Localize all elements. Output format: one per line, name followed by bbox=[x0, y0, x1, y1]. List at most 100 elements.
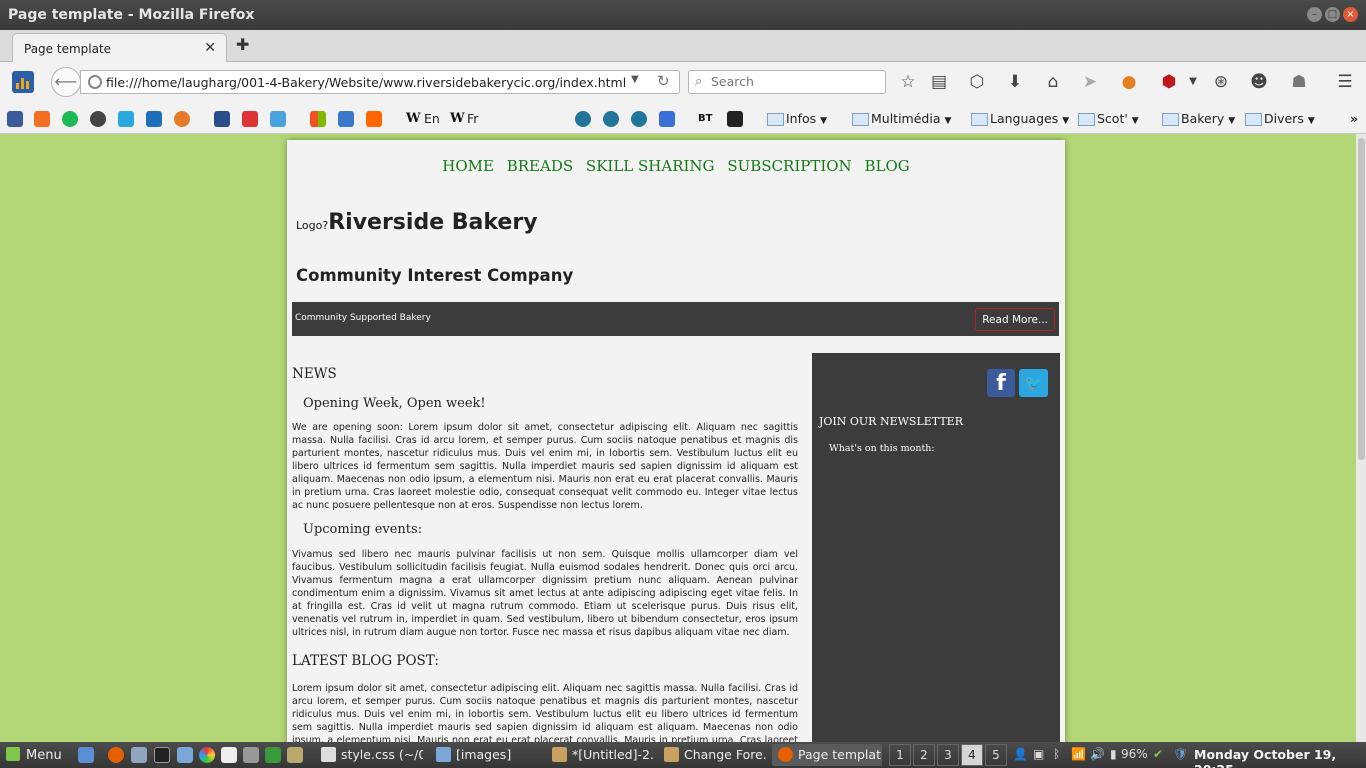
wikipedia-icon[interactable]: W bbox=[406, 111, 421, 126]
tab-page-template[interactable]: Page template ✕ bbox=[12, 33, 227, 62]
bookmark-folder-scot[interactable]: Scot' ▼ bbox=[1078, 111, 1139, 126]
twitter-bookmark-icon[interactable] bbox=[118, 111, 134, 127]
calendar-bookmark-icon[interactable] bbox=[214, 111, 230, 127]
nav-breads-link[interactable]: BREADS bbox=[507, 157, 573, 175]
bookmark-star-icon[interactable]: ☆ bbox=[897, 72, 919, 92]
taskbar-item-change-fore[interactable]: Change Fore... bbox=[658, 744, 766, 766]
nav-blog-link[interactable]: BLOG bbox=[864, 157, 909, 175]
mail-bookmark-icon[interactable] bbox=[338, 111, 354, 127]
bookmark-wiki-fr[interactable]: Fr bbox=[467, 111, 478, 126]
send-icon[interactable]: ➤ bbox=[1079, 72, 1101, 92]
vertical-scrollbar[interactable] bbox=[1356, 134, 1366, 742]
start-menu-button[interactable]: Menu bbox=[6, 747, 62, 763]
reading-list-icon[interactable]: ▤ bbox=[928, 72, 950, 92]
recycle-bookmark-icon[interactable] bbox=[242, 111, 258, 127]
workspace-1[interactable]: 1 bbox=[889, 744, 911, 766]
firefox-launcher-icon[interactable] bbox=[108, 747, 124, 763]
workspace-2[interactable]: 2 bbox=[913, 744, 935, 766]
overflow-chevron-icon[interactable]: » bbox=[1350, 111, 1358, 126]
tab-close-icon[interactable]: ✕ bbox=[204, 40, 216, 56]
bookmark-folder-divers[interactable]: Divers ▼ bbox=[1245, 111, 1315, 126]
grid-apps-bookmark-icon[interactable] bbox=[659, 111, 675, 127]
battery-icon[interactable]: ▮ bbox=[1110, 747, 1117, 761]
taskbar-item-page-template[interactable]: Page templat... bbox=[772, 744, 882, 766]
star-bookmark-icon[interactable] bbox=[90, 111, 106, 127]
nav-subscription-link[interactable]: SUBSCRIPTION bbox=[727, 157, 851, 175]
minimize-icon[interactable]: – bbox=[1307, 7, 1322, 22]
close-icon[interactable]: × bbox=[1343, 7, 1358, 22]
twitter-icon[interactable]: 🐦 bbox=[1019, 369, 1048, 397]
search-icon: ⌕ bbox=[695, 74, 703, 89]
nav-home-link[interactable]: HOME bbox=[442, 157, 494, 175]
wifi-icon[interactable]: 📶 bbox=[1071, 747, 1086, 761]
adblock-icon[interactable]: ⬢ bbox=[1158, 72, 1180, 92]
clock[interactable]: Monday October 19, 20:25 bbox=[1194, 747, 1366, 768]
network-icon[interactable]: ⊛ bbox=[1210, 72, 1232, 92]
site-header: Logo?Riverside Bakery bbox=[296, 210, 538, 235]
wikipedia-icon[interactable]: W bbox=[450, 111, 465, 126]
terminal-launcher-icon[interactable] bbox=[154, 747, 170, 763]
mailchimp-bookmark-icon[interactable] bbox=[174, 111, 190, 127]
microsoft-bookmark-icon[interactable] bbox=[310, 111, 326, 127]
reload-icon[interactable]: ↻ bbox=[657, 72, 670, 90]
bookmark-folder-multimedia[interactable]: Multimédia ▼ bbox=[852, 111, 951, 126]
chrome-launcher-icon[interactable] bbox=[199, 747, 215, 763]
bookmark-dark-icon[interactable] bbox=[727, 111, 743, 127]
duckduckgo-icon[interactable]: ● bbox=[1118, 72, 1140, 92]
pocket-icon[interactable]: ⬡ bbox=[966, 72, 988, 92]
workspace-3[interactable]: 3 bbox=[937, 744, 959, 766]
workspace-4[interactable]: 4 bbox=[961, 744, 983, 766]
user-icon[interactable]: 👤 bbox=[1013, 747, 1028, 761]
read-more-button[interactable]: Read More... bbox=[975, 308, 1055, 331]
spreadsheet-launcher-icon[interactable] bbox=[265, 747, 281, 763]
workspace-5[interactable]: 5 bbox=[985, 744, 1007, 766]
spotify-bookmark-icon[interactable] bbox=[62, 111, 78, 127]
settings-launcher-icon[interactable] bbox=[131, 747, 147, 763]
volume-icon[interactable]: 🔊 bbox=[1090, 747, 1105, 761]
wordpress-bookmark-icon[interactable] bbox=[603, 111, 619, 127]
ghostery-icon[interactable]: ☗ bbox=[1288, 72, 1310, 92]
back-button[interactable]: ⟵ bbox=[51, 67, 81, 97]
update-manager-icon[interactable]: ✔ bbox=[1153, 747, 1163, 761]
orange-bookmark-icon[interactable] bbox=[366, 111, 382, 127]
url-text[interactable]: file:///home/laugharg/001-4-Bakery/Websi… bbox=[106, 75, 626, 90]
download-icon[interactable]: ⬇ bbox=[1004, 72, 1026, 92]
search-input[interactable] bbox=[711, 74, 881, 89]
maximize-icon[interactable]: □ bbox=[1325, 7, 1340, 22]
bookmark-folder-infos[interactable]: Infos ▼ bbox=[767, 111, 827, 126]
taskbar-item-images[interactable]: [images] bbox=[430, 744, 540, 766]
home-icon[interactable]: ⌂ bbox=[1042, 72, 1064, 92]
address-bar[interactable]: file:///home/laugharg/001-4-Bakery/Websi… bbox=[80, 70, 680, 94]
soundcloud-bookmark-icon[interactable] bbox=[34, 111, 50, 127]
wordpress-bookmark-icon[interactable] bbox=[575, 111, 591, 127]
wordpress-bookmark-icon[interactable] bbox=[631, 111, 647, 127]
files-launcher-icon[interactable] bbox=[177, 747, 193, 763]
facebook-icon[interactable]: f bbox=[987, 369, 1015, 397]
bluetooth-icon[interactable]: ᛒ bbox=[1053, 747, 1060, 761]
facebook-bookmark-icon[interactable] bbox=[7, 111, 23, 127]
chat-icon[interactable]: ☻ bbox=[1248, 72, 1270, 92]
bookmark-wiki-en[interactable]: En bbox=[424, 111, 440, 126]
adblock-menu-icon[interactable]: ▼ bbox=[1182, 76, 1204, 87]
bookmark-folder-bakery[interactable]: Bakery ▼ bbox=[1162, 111, 1235, 126]
taskbar-item-style-css[interactable]: style.css (~/0... bbox=[315, 744, 423, 766]
taskbar-item-untitled[interactable]: *[Untitled]-2.... bbox=[546, 744, 654, 766]
bookmark-folder-languages[interactable]: Languages ▼ bbox=[971, 111, 1069, 126]
tab-bar: Page template ✕ bbox=[0, 30, 1366, 62]
hamburger-menu-icon[interactable]: ☰ bbox=[1334, 72, 1356, 92]
archive-launcher-icon[interactable] bbox=[287, 747, 303, 763]
show-desktop-icon[interactable] bbox=[78, 747, 94, 763]
search-bar[interactable]: ⌕ bbox=[688, 70, 886, 94]
clipboard-icon[interactable]: ▣ bbox=[1033, 747, 1044, 761]
scrollbar-thumb[interactable] bbox=[1358, 138, 1365, 460]
new-tab-icon[interactable]: ✚ bbox=[236, 35, 249, 54]
bookmark-bt[interactable]: BT bbox=[698, 113, 712, 124]
text-editor-launcher-icon[interactable] bbox=[221, 747, 237, 763]
media-launcher-icon[interactable] bbox=[243, 747, 259, 763]
nav-skill-sharing-link[interactable]: SKILL SHARING bbox=[586, 157, 715, 175]
dropdown-arrow-icon[interactable]: ▼ bbox=[631, 74, 639, 85]
tweetdeck-bookmark-icon[interactable] bbox=[146, 111, 162, 127]
shield-icon[interactable]: 🛡 bbox=[1173, 747, 1188, 761]
chart-app-icon[interactable] bbox=[12, 71, 34, 93]
drive-bookmark-icon[interactable] bbox=[270, 111, 286, 127]
